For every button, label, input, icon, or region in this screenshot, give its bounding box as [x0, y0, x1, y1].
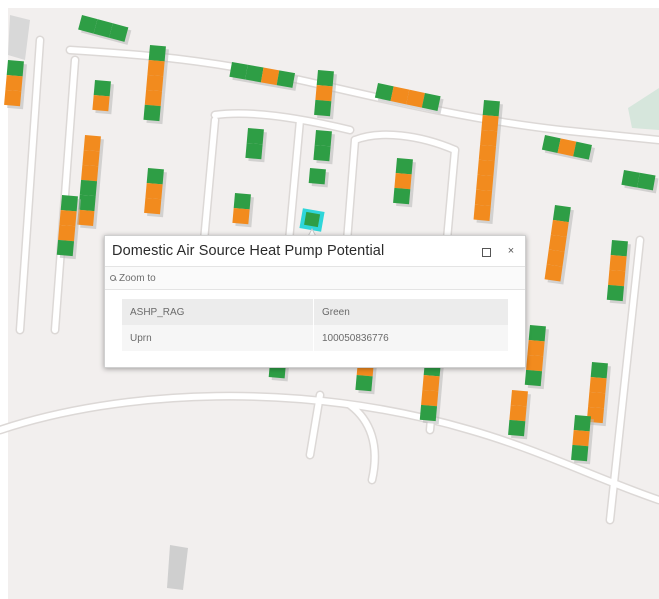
building-green[interactable] — [573, 415, 591, 432]
popup-action-bar: Zoom to — [105, 266, 525, 290]
building-orange[interactable] — [81, 164, 99, 182]
building-green[interactable] — [229, 61, 248, 80]
building-green[interactable] — [78, 194, 96, 212]
building-orange[interactable] — [421, 389, 439, 407]
building-orange[interactable] — [481, 114, 499, 132]
building-green[interactable] — [56, 239, 75, 257]
zoom-to-label: Zoom to — [119, 272, 156, 284]
building-orange[interactable] — [473, 204, 491, 221]
building-green[interactable] — [508, 419, 526, 437]
building-green[interactable] — [610, 240, 628, 257]
building-orange[interactable] — [476, 174, 494, 192]
building-orange[interactable] — [480, 129, 498, 147]
building-green[interactable] — [245, 142, 263, 160]
building-orange[interactable] — [527, 339, 545, 357]
building-green[interactable] — [143, 104, 161, 122]
building-green[interactable] — [93, 80, 111, 97]
building-orange[interactable] — [82, 149, 100, 167]
building-orange[interactable] — [589, 376, 607, 394]
building-orange[interactable] — [608, 269, 626, 287]
popup-title: Domestic Air Source Heat Pump Potential — [112, 243, 385, 259]
building-green[interactable] — [60, 195, 78, 212]
building-orange[interactable] — [544, 264, 563, 282]
building-orange[interactable] — [4, 89, 22, 107]
building-orange[interactable] — [588, 391, 606, 409]
building-orange[interactable] — [146, 74, 164, 92]
building-green[interactable] — [314, 130, 332, 147]
zoom-icon — [110, 274, 117, 282]
close-icon[interactable]: × — [504, 244, 518, 258]
building-orange[interactable] — [526, 354, 544, 372]
feature-popup: Domestic Air Source Heat Pump Potential … — [104, 235, 526, 368]
building-orange[interactable] — [59, 209, 77, 227]
building-orange[interactable] — [5, 74, 23, 92]
building-orange[interactable] — [58, 224, 76, 242]
building-orange[interactable] — [315, 84, 333, 102]
building-orange[interactable] — [550, 219, 569, 237]
building-green[interactable] — [6, 59, 24, 77]
building-green[interactable] — [637, 172, 656, 191]
building-orange[interactable] — [548, 234, 567, 252]
building-green[interactable] — [606, 284, 625, 302]
building-orange[interactable] — [144, 197, 162, 215]
building-green[interactable] — [395, 158, 413, 175]
building-green[interactable] — [590, 362, 608, 379]
building-orange[interactable] — [609, 254, 627, 272]
building-green[interactable] — [316, 70, 334, 87]
field-value: 100050836776 — [313, 325, 508, 351]
attribute-table: ASHP_RAG Green Uprn 100050836776 — [122, 299, 508, 351]
zoom-to-button[interactable]: Zoom to — [110, 271, 156, 285]
table-row: ASHP_RAG Green — [122, 299, 508, 325]
building-green[interactable] — [245, 64, 264, 83]
building-orange[interactable] — [260, 67, 280, 86]
building-green[interactable] — [393, 187, 411, 205]
building-green[interactable] — [246, 128, 264, 145]
building-green[interactable] — [419, 404, 438, 422]
field-name: Uprn — [122, 325, 314, 351]
building-orange[interactable] — [572, 429, 590, 447]
building-green[interactable] — [482, 100, 500, 117]
building-green[interactable] — [146, 168, 164, 185]
building-orange[interactable] — [144, 89, 163, 107]
building-orange[interactable] — [546, 249, 565, 267]
building-orange[interactable] — [83, 135, 101, 152]
building-green[interactable] — [308, 168, 326, 185]
building-orange[interactable] — [394, 172, 412, 190]
building-green[interactable] — [313, 144, 331, 162]
building-green[interactable] — [571, 444, 589, 462]
building-orange[interactable] — [145, 182, 163, 200]
table-row: Uprn 100050836776 — [122, 325, 508, 351]
building-green[interactable] — [552, 205, 571, 223]
building-green[interactable] — [524, 369, 543, 387]
building-orange[interactable] — [422, 374, 440, 392]
building-orange[interactable] — [478, 144, 497, 162]
building-orange[interactable] — [232, 207, 250, 225]
building-green[interactable] — [276, 70, 296, 88]
building-green[interactable] — [621, 170, 640, 188]
building-green[interactable] — [79, 179, 98, 197]
field-name: ASHP_RAG — [122, 299, 314, 325]
selected-building — [304, 211, 321, 228]
building-green[interactable] — [355, 374, 373, 392]
building-orange[interactable] — [509, 404, 527, 422]
building-green[interactable] — [148, 44, 166, 62]
dock-icon[interactable] — [479, 245, 493, 259]
building-orange[interactable] — [510, 390, 528, 407]
building-orange[interactable] — [477, 159, 495, 177]
building-green[interactable] — [314, 99, 332, 117]
building-green[interactable] — [233, 193, 251, 210]
building-orange[interactable] — [147, 59, 165, 77]
building-orange[interactable] — [92, 94, 110, 112]
building-orange[interactable] — [474, 189, 493, 206]
building-green[interactable] — [528, 325, 546, 342]
field-value: Green — [313, 299, 508, 325]
